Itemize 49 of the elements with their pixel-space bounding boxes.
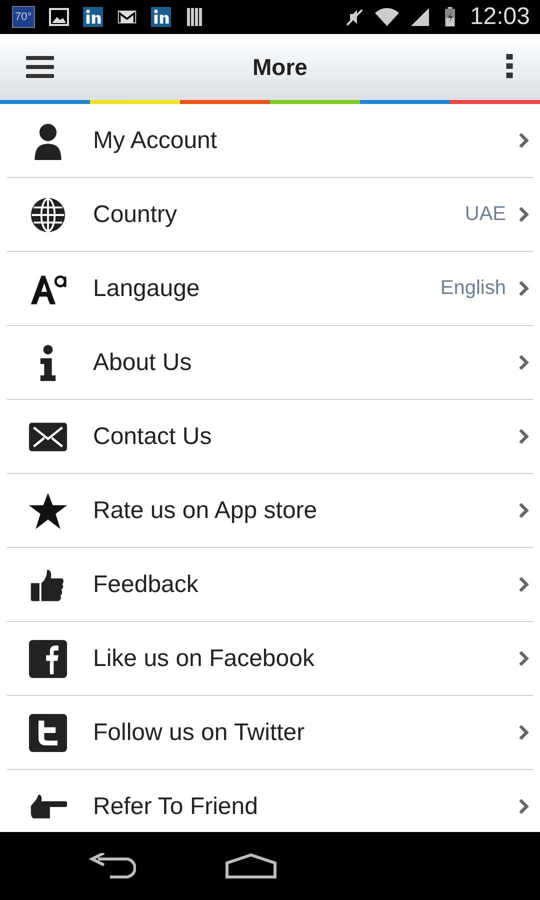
- menu-label: About Us: [93, 348, 193, 376]
- menu-item[interactable]: Contact Us: [7, 400, 533, 474]
- menu-label: Contact Us: [93, 422, 213, 450]
- menu-label: Follow us on Twitter: [93, 718, 306, 746]
- menu-label: Langauge: [93, 274, 201, 302]
- current-value: English: [440, 277, 506, 300]
- barcode-icon: [184, 7, 205, 27]
- menu-item[interactable]: About Us: [7, 326, 533, 400]
- overflow-menu-icon[interactable]: [506, 54, 514, 80]
- menu-item[interactable]: My Account: [7, 104, 533, 178]
- muted-icon: [344, 7, 364, 27]
- current-value: UAE: [464, 203, 506, 226]
- menu-item[interactable]: Feedback: [7, 548, 533, 622]
- menu-label: My Account: [93, 126, 218, 154]
- chevron-icon: [518, 428, 529, 445]
- home-icon[interactable]: [224, 853, 278, 879]
- menu-item[interactable]: Like us on Facebook: [7, 622, 533, 696]
- star-icon: [29, 492, 67, 530]
- chevron-icon: [518, 724, 529, 741]
- menu-label: Feedback: [93, 570, 200, 598]
- chevron-icon: [518, 354, 529, 371]
- chevron-icon: [518, 576, 529, 593]
- chevron-icon: [518, 132, 529, 149]
- clock: 12:03: [470, 3, 530, 31]
- menu-icon[interactable]: [26, 55, 54, 79]
- chevron-icon: [518, 502, 529, 519]
- menu-label: Country: [93, 200, 178, 228]
- linkedin-icon: [82, 7, 103, 27]
- menu-item[interactable]: Langauge English: [7, 252, 533, 326]
- menu-label: Rate us on App store: [93, 496, 318, 524]
- back-icon[interactable]: [88, 853, 136, 879]
- screen-title: More: [252, 54, 308, 80]
- menu-item[interactable]: Follow us on Twitter: [7, 696, 533, 770]
- chevron-icon: [518, 206, 529, 223]
- chevron-icon: [518, 280, 529, 297]
- chevron-icon: [518, 798, 529, 815]
- linkedin-icon: [150, 7, 171, 27]
- image-icon: [48, 7, 69, 27]
- twitter-icon: [29, 714, 67, 752]
- menu-item[interactable]: Rate us on App store: [7, 474, 533, 548]
- menu-label: Refer To Friend: [93, 792, 259, 820]
- menu-item[interactable]: Country UAE: [7, 178, 533, 252]
- globe-icon: [29, 196, 67, 234]
- weather-badge: 70°: [12, 6, 35, 28]
- wifi-icon: [374, 7, 400, 27]
- signal-icon: [410, 7, 430, 27]
- chevron-icon: [518, 650, 529, 667]
- facebook-icon: [29, 640, 67, 678]
- menu-label: Like us on Facebook: [93, 644, 316, 672]
